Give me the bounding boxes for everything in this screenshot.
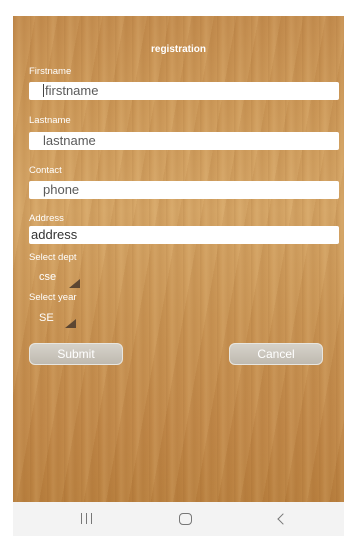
home-icon: [178, 512, 192, 525]
year-selected-value: SE: [39, 312, 54, 324]
app-screen: registration Firstname firstname Lastnam…: [13, 16, 344, 536]
text-cursor: [43, 84, 44, 97]
recents-button[interactable]: [67, 502, 107, 536]
system-navigation-bar: [13, 502, 344, 536]
lastname-label: Lastname: [29, 115, 71, 126]
lastname-field[interactable]: lastname: [29, 132, 339, 150]
address-field[interactable]: address: [29, 226, 339, 244]
cancel-button[interactable]: Cancel: [229, 343, 323, 365]
dropdown-arrow-icon: [69, 279, 80, 288]
home-button[interactable]: [165, 502, 205, 536]
dropdown-arrow-icon: [65, 319, 76, 328]
firstname-label: Firstname: [29, 66, 72, 77]
contact-label: Contact: [29, 165, 62, 176]
dept-label: Select dept: [29, 252, 77, 263]
page-title: registration: [150, 44, 206, 55]
lastname-value: lastname: [43, 133, 96, 148]
firstname-field[interactable]: firstname: [29, 82, 339, 100]
back-button[interactable]: [263, 502, 303, 536]
back-icon: [277, 513, 289, 525]
year-label: Select year: [29, 292, 77, 303]
submit-button[interactable]: Submit: [29, 343, 123, 365]
firstname-value: firstname: [45, 83, 99, 98]
dept-selected-value: cse: [39, 271, 57, 283]
contact-field[interactable]: phone: [29, 181, 339, 199]
address-value: address: [31, 227, 78, 242]
address-label: Address: [29, 213, 64, 224]
wood-background: registration Firstname firstname Lastnam…: [13, 16, 344, 502]
contact-value: phone: [43, 182, 80, 197]
recents-icon: [81, 513, 93, 525]
